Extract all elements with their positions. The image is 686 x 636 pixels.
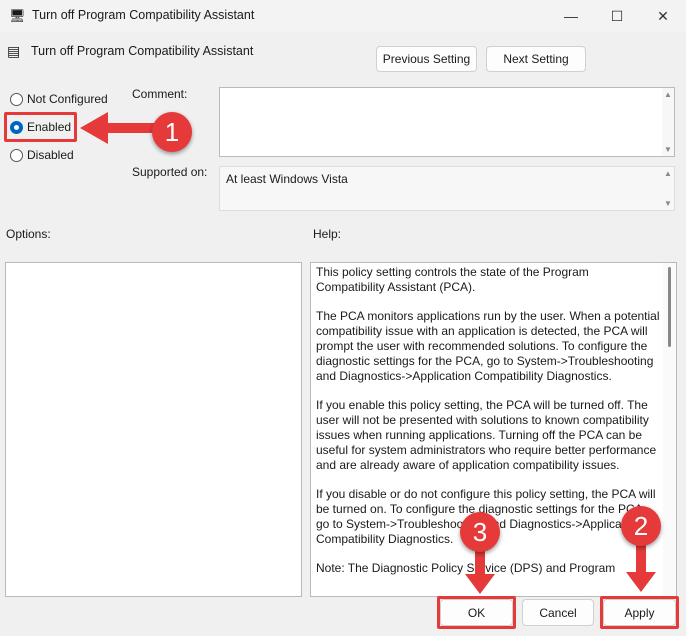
arrow-3-head bbox=[465, 574, 495, 594]
annotation-step-2: 2 bbox=[621, 506, 661, 546]
arrow-3-shaft bbox=[475, 548, 485, 578]
arrow-2-head bbox=[626, 572, 656, 592]
arrow-1-head bbox=[80, 112, 108, 144]
arrow-1-shaft bbox=[105, 123, 155, 133]
annotation-step-3: 3 bbox=[460, 512, 500, 552]
annotation-arrows bbox=[80, 112, 656, 594]
annotation-step-1: 1 bbox=[152, 112, 192, 152]
